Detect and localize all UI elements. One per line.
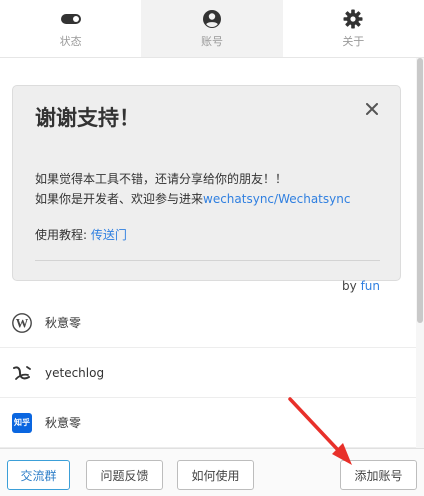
support-text-share: 如果觉得本工具不错，还请分享给你的朋友！！ [35, 172, 288, 186]
tab-account-label: 账号 [200, 35, 223, 48]
account-circle-icon [202, 8, 222, 30]
github-repo-link[interactable]: wechatsync/Wechatsync [203, 192, 350, 206]
tab-about[interactable]: 关于 [283, 0, 424, 57]
how-to-use-button[interactable]: 如何使用 [177, 460, 254, 490]
author-link[interactable]: fun [361, 279, 380, 293]
tab-about-label: 关于 [342, 35, 365, 48]
add-account-button[interactable]: 添加账号 [340, 460, 417, 490]
account-content-panel: 谢谢支持！ 如果觉得本工具不错，还请分享给你的朋友！！ 如果你是开发者、欢迎参与… [0, 58, 424, 448]
support-card: 谢谢支持！ 如果觉得本工具不错，还请分享给你的朋友！！ 如果你是开发者、欢迎参与… [12, 85, 401, 293]
close-icon[interactable] [364, 101, 380, 117]
top-tab-bar: 状态 账号 关于 [0, 0, 424, 58]
toggle-icon [60, 8, 81, 30]
wordpress-icon: W [12, 313, 32, 333]
support-card-title: 谢谢支持！ [35, 106, 140, 130]
svg-text:W: W [16, 316, 29, 330]
tab-account[interactable]: 账号 [141, 0, 283, 57]
tutorial-link[interactable]: 传送门 [91, 228, 127, 242]
bottom-action-bar: 交流群 问题反馈 如何使用 添加账号 [0, 448, 424, 496]
account-item-zhihu[interactable]: 知乎 秋意零 [0, 398, 416, 448]
support-text-tutorial: 使用教程: 传送门 [35, 226, 127, 244]
account-item-yuque[interactable]: yetechlog [0, 348, 416, 398]
tutorial-label: 使用教程: [35, 228, 91, 242]
card-divider [35, 260, 380, 261]
account-name: 秋意零 [45, 416, 82, 430]
developer-prefix: 如果你是开发者、欢迎参与进来 [35, 192, 204, 206]
support-text-developer: 如果你是开发者、欢迎参与进来wechatsync/Wechatsync [35, 190, 350, 208]
author-credit: by fun [342, 279, 380, 293]
account-name: yetechlog [45, 365, 105, 380]
yuque-icon [12, 363, 32, 383]
zhihu-icon-text: 知乎 [14, 418, 30, 427]
tab-status-label: 状态 [59, 35, 82, 48]
scrollbar-thumb[interactable] [417, 58, 423, 323]
gear-icon [343, 8, 363, 30]
author-by-label: by [342, 279, 361, 293]
tab-status[interactable]: 状态 [0, 0, 141, 57]
account-item-wordpress[interactable]: W 秋意零 [0, 298, 416, 348]
feedback-button[interactable]: 问题反馈 [86, 460, 163, 490]
join-group-button[interactable]: 交流群 [7, 460, 70, 490]
zhihu-icon: 知乎 [12, 413, 32, 433]
account-name: 秋意零 [45, 316, 82, 330]
